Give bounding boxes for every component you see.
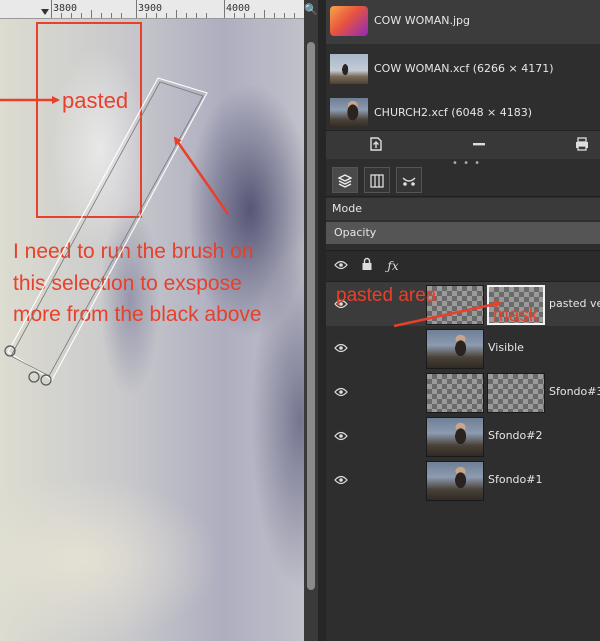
image-list-item[interactable]: COW WOMAN.jpg [326, 0, 600, 44]
eye-icon[interactable] [334, 386, 348, 400]
layer-thumbnail[interactable] [426, 373, 484, 413]
layer-row[interactable]: Sfondo#2 [326, 414, 600, 458]
eye-icon[interactable] [334, 474, 348, 488]
annotation-pasted: pasted [62, 88, 129, 113]
layer-mode-select[interactable]: Mode [326, 198, 600, 220]
layer-row[interactable]: Visible [326, 326, 600, 370]
vertical-scrollbar[interactable] [304, 0, 318, 641]
layer-thumbnail[interactable] [426, 329, 484, 369]
annotation-instruction-line: this selection to exspose [13, 272, 242, 295]
annotation-instruction-line: I need to run the brush on [13, 240, 254, 263]
annotation-pasted-area: pasted area [336, 285, 437, 306]
dock-tab-bar [326, 164, 600, 197]
image-name: COW WOMAN.jpg [374, 14, 471, 27]
layer-row[interactable]: Sfondo#1 [326, 458, 600, 502]
eye-icon[interactable] [334, 342, 348, 356]
scrollbar-thumb[interactable] [307, 42, 315, 590]
image-thumbnail [330, 54, 368, 84]
fx-icon[interactable]: ƒx [384, 257, 402, 275]
ruler-label: 3900 [138, 3, 163, 14]
layer-name[interactable]: Sfondo#2 [488, 429, 542, 442]
image-list-item[interactable]: COW WOMAN.xcf (6266 × 4171) [326, 48, 600, 92]
layer-name[interactable]: Visible [488, 341, 524, 354]
opacity-label: Opacity [334, 226, 377, 239]
remove-image-icon[interactable] [469, 136, 489, 154]
image-actions-bar [326, 130, 600, 159]
layer-row[interactable]: Sfondo#3 [326, 370, 600, 414]
eye-icon[interactable] [334, 430, 348, 444]
layer-list-header: ƒx [326, 250, 600, 282]
annotation-mask: mask [493, 305, 539, 326]
image-thumbnail [330, 6, 368, 36]
image-canvas[interactable]: 3800 3900 4000 pasted I need to run the … [0, 0, 318, 641]
layer-name[interactable]: Sfondo#1 [488, 473, 542, 486]
horizontal-ruler[interactable]: 3800 3900 4000 [0, 0, 304, 19]
annotation-instruction-line: more from the black above [13, 303, 262, 326]
layer-thumbnail[interactable] [426, 417, 484, 457]
tab-layers[interactable] [332, 167, 358, 193]
image-name: COW WOMAN.xcf (6266 × 4171) [374, 62, 554, 75]
layer-name[interactable]: pasted vert [549, 297, 600, 310]
lock-icon[interactable] [358, 257, 376, 275]
mode-label: Mode [332, 202, 362, 215]
layer-name[interactable]: Sfondo#3 [549, 385, 600, 398]
tab-channels[interactable] [364, 167, 390, 193]
pasted-region-outline [36, 22, 142, 218]
tab-paths[interactable] [396, 167, 422, 193]
ruler-label: 3800 [53, 3, 78, 14]
image-thumbnail [330, 98, 368, 128]
layer-mask-thumbnail[interactable] [487, 373, 545, 413]
eye-icon[interactable] [332, 257, 350, 275]
search-icon[interactable]: 🔍 [304, 0, 318, 20]
layer-thumbnail[interactable] [426, 461, 484, 501]
print-icon[interactable] [572, 136, 592, 154]
panel-splitter[interactable] [318, 0, 326, 641]
ruler-pointer-marker [41, 9, 49, 15]
image-name: CHURCH2.xcf (6048 × 4183) [374, 106, 533, 119]
layer-opacity-slider[interactable]: Opacity [326, 222, 600, 244]
right-dock-panel: COW WOMAN.jpg COW WOMAN.xcf (6266 × 4171… [326, 0, 600, 641]
raise-image-icon[interactable] [366, 136, 386, 154]
ruler-label: 4000 [226, 3, 251, 14]
